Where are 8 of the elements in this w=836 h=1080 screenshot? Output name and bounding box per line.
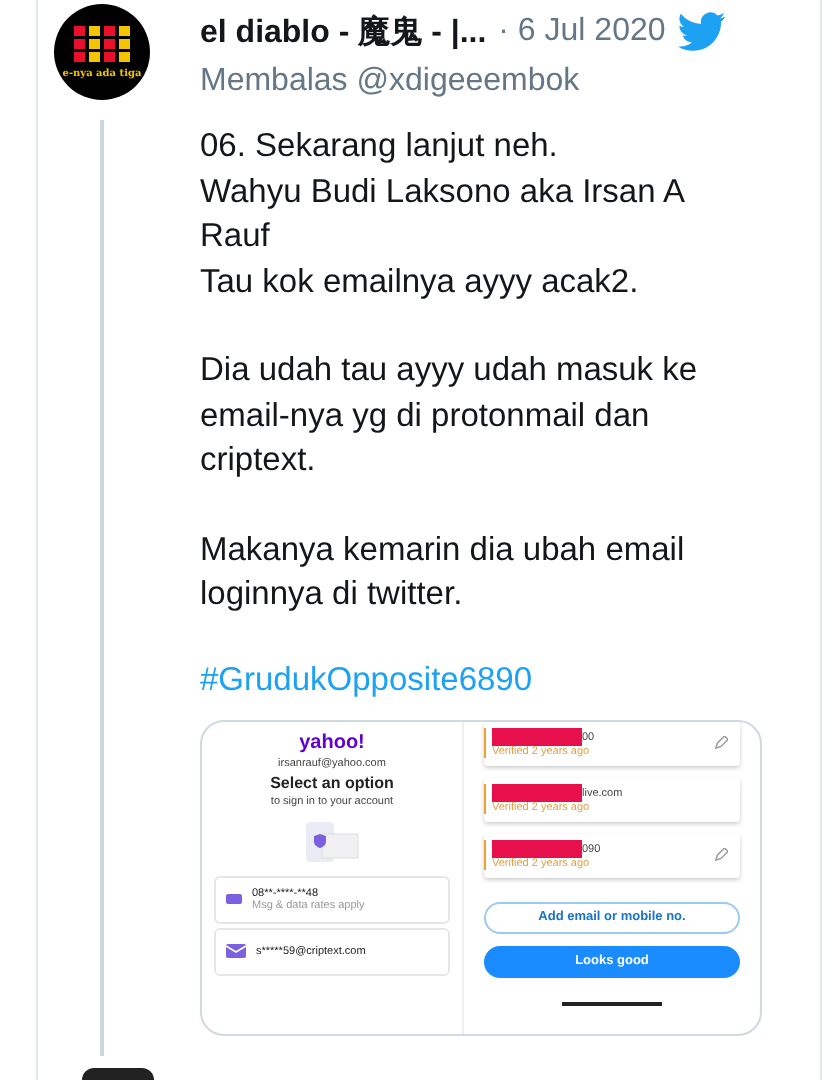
yahoo-logo: yahoo! [299,731,365,753]
reply-to: Membalas @xdigeeembok [200,64,582,100]
tweet-date[interactable]: · 6 Jul 2020 [498,14,666,50]
heading: Select an option [270,773,394,791]
author-name[interactable]: el diablo - 魔鬼 - |... [200,11,487,53]
tweet-text: Dia udah tau ayyy udah masuk ke email-nya yg di protonmail dan criptext. [200,350,700,482]
tweet-text: Makanya kemarin dia ubah email loginnya di twitter. [200,529,687,616]
tweet-text: 06. Sekarang lanjut neh. Wahyu Budi Laksono aka Irsan A Rauf Tau kok emailnya ayyy acak2. [200,126,687,303]
